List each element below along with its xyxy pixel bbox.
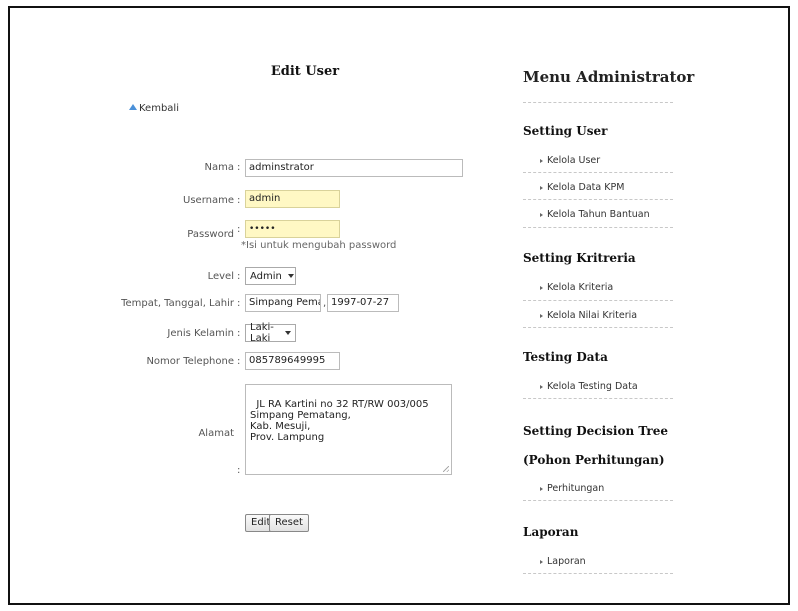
ttl-separator: , <box>323 298 327 309</box>
resize-grip-icon[interactable] <box>443 466 449 472</box>
gender-label: Jenis Kelamin <box>167 328 234 339</box>
divider <box>523 573 673 574</box>
sidebar-item-kelola-nilai-kriteria[interactable]: Kelola Nilai Kriteria <box>540 310 637 321</box>
sidebar-item-label: Kelola Data KPM <box>547 182 625 193</box>
password-colon: : <box>237 224 241 235</box>
section-setting-user: Setting User <box>523 124 608 138</box>
password-hint: *Isi untuk mengubah password <box>241 240 397 251</box>
sidebar-item-perhitungan[interactable]: Perhitungan <box>540 483 604 494</box>
phone-colon: : <box>237 356 241 367</box>
phone-label: Nomor Telephone <box>146 356 234 367</box>
bullet-arrow-icon <box>540 158 543 163</box>
divider <box>523 300 673 301</box>
section-pohon-perhitungan: (Pohon Perhitungan) <box>523 453 665 467</box>
username-label: Username <box>183 195 234 206</box>
bullet-arrow-icon <box>540 313 543 318</box>
bullet-arrow-icon <box>540 486 543 491</box>
level-select[interactable]: Admin <box>245 267 296 285</box>
sidebar-item-kelola-tahun-bantuan[interactable]: Kelola Tahun Bantuan <box>540 209 650 220</box>
sidebar-item-kelola-user[interactable]: Kelola User <box>540 155 600 166</box>
divider <box>523 227 673 228</box>
level-colon: : <box>237 271 241 282</box>
sidebar-item-label: Kelola Tahun Bantuan <box>547 209 650 220</box>
section-testing-data: Testing Data <box>523 350 608 364</box>
divider <box>523 102 673 103</box>
alamat-colon: : <box>237 465 241 476</box>
bullet-arrow-icon <box>540 384 543 389</box>
chevron-down-icon <box>287 274 294 278</box>
sidebar-item-kelola-data-kpm[interactable]: Kelola Data KPM <box>540 182 624 193</box>
divider <box>523 327 673 328</box>
gender-colon: : <box>237 328 241 339</box>
divider <box>523 172 673 173</box>
phone-input[interactable]: 085789649995 <box>245 352 340 370</box>
password-label: Password <box>187 229 234 240</box>
level-select-value: Admin <box>250 270 282 282</box>
form-title: Edit User <box>270 64 340 79</box>
sidebar-item-laporan[interactable]: Laporan <box>540 556 586 567</box>
back-label: Kembali <box>139 103 179 114</box>
sidebar-title: Menu Administrator <box>523 68 695 86</box>
sidebar-item-label: Kelola Nilai Kriteria <box>547 310 638 321</box>
username-input[interactable]: admin <box>245 190 340 208</box>
sidebar-item-label: Laporan <box>547 556 586 567</box>
nama-colon: : <box>237 162 241 173</box>
password-input[interactable]: ••••• <box>245 220 340 238</box>
divider <box>523 500 673 501</box>
alamat-textarea[interactable]: JL RA Kartini no 32 RT/RW 003/005 Simpan… <box>245 384 452 475</box>
sidebar-item-label: Kelola Testing Data <box>547 381 638 392</box>
username-colon: : <box>237 195 241 206</box>
birthplace-input[interactable]: Simpang Pematang <box>245 294 321 312</box>
section-setting-decision-tree: Setting Decision Tree <box>523 424 669 438</box>
nama-input[interactable]: adminstrator <box>245 159 463 177</box>
alamat-value: JL RA Kartini no 32 RT/RW 003/005 Simpan… <box>250 399 429 443</box>
level-label: Level <box>207 271 234 282</box>
ttl-colon: : <box>237 298 241 309</box>
bullet-arrow-icon <box>540 559 543 564</box>
back-link[interactable]: Kembali <box>129 103 179 114</box>
chevron-down-icon <box>285 331 291 335</box>
divider <box>523 199 673 200</box>
birthdate-input[interactable]: 1997-07-27 <box>327 294 399 312</box>
gender-select-value: Laki-Laki <box>250 322 274 344</box>
arrow-up-icon <box>129 103 137 110</box>
bullet-arrow-icon <box>540 212 543 217</box>
divider <box>523 398 673 399</box>
bullet-arrow-icon <box>540 185 543 190</box>
bullet-arrow-icon <box>540 285 543 290</box>
section-laporan: Laporan <box>523 525 579 539</box>
gender-select[interactable]: Laki-Laki <box>245 322 296 344</box>
alamat-label: Alamat <box>198 428 234 439</box>
ttl-label: Tempat, Tanggal, Lahir <box>121 298 234 309</box>
nama-label: Nama <box>204 162 234 173</box>
section-setting-kritreria: Setting Kritreria <box>523 251 636 265</box>
reset-button[interactable]: Reset <box>269 514 309 532</box>
sidebar-item-kelola-kriteria[interactable]: Kelola Kriteria <box>540 282 613 293</box>
sidebar-item-label: Kelola User <box>547 155 601 166</box>
sidebar-item-label: Perhitungan <box>547 483 605 494</box>
sidebar-item-kelola-testing-data[interactable]: Kelola Testing Data <box>540 381 638 392</box>
sidebar-item-label: Kelola Kriteria <box>547 282 614 293</box>
